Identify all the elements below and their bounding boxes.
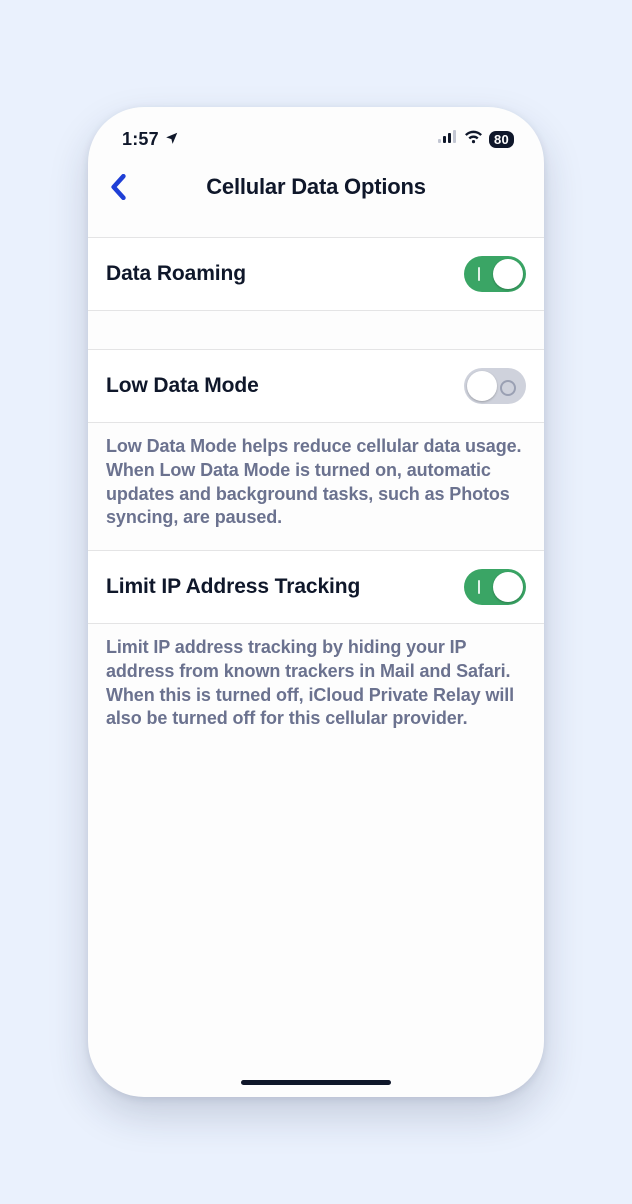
- section-gap: [88, 311, 544, 349]
- status-right: 80: [438, 130, 514, 149]
- location-icon: [165, 129, 179, 150]
- toggle-knob: [493, 572, 523, 602]
- wifi-icon: [464, 130, 483, 149]
- battery-percent: 80: [494, 132, 509, 147]
- cellular-signal-icon: [438, 130, 458, 148]
- low-data-mode-toggle[interactable]: [464, 368, 526, 404]
- nav-header: Cellular Data Options: [88, 161, 544, 213]
- low-data-mode-label: Low Data Mode: [106, 374, 259, 398]
- phone-frame: 1:57 80: [88, 107, 544, 1097]
- status-left: 1:57: [122, 129, 179, 150]
- low-data-mode-footer: Low Data Mode helps reduce cellular data…: [88, 423, 544, 550]
- content: Data Roaming Low Data Mode Low Data Mode…: [88, 213, 544, 751]
- limit-ip-tracking-footer: Limit IP address tracking by hiding your…: [88, 624, 544, 751]
- page-title: Cellular Data Options: [206, 174, 426, 200]
- status-bar: 1:57 80: [88, 107, 544, 161]
- back-button[interactable]: [102, 171, 134, 203]
- data-roaming-toggle[interactable]: [464, 256, 526, 292]
- limit-ip-tracking-toggle[interactable]: [464, 569, 526, 605]
- toggle-knob: [467, 371, 497, 401]
- data-roaming-label: Data Roaming: [106, 262, 246, 286]
- battery-badge: 80: [489, 131, 514, 148]
- toggle-knob: [493, 259, 523, 289]
- limit-ip-tracking-label: Limit IP Address Tracking: [106, 575, 360, 599]
- data-roaming-cell[interactable]: Data Roaming: [88, 238, 544, 310]
- chevron-left-icon: [109, 174, 127, 200]
- limit-ip-tracking-cell[interactable]: Limit IP Address Tracking: [88, 551, 544, 623]
- low-data-mode-cell[interactable]: Low Data Mode: [88, 350, 544, 422]
- status-time: 1:57: [122, 129, 159, 150]
- home-indicator[interactable]: [241, 1080, 391, 1085]
